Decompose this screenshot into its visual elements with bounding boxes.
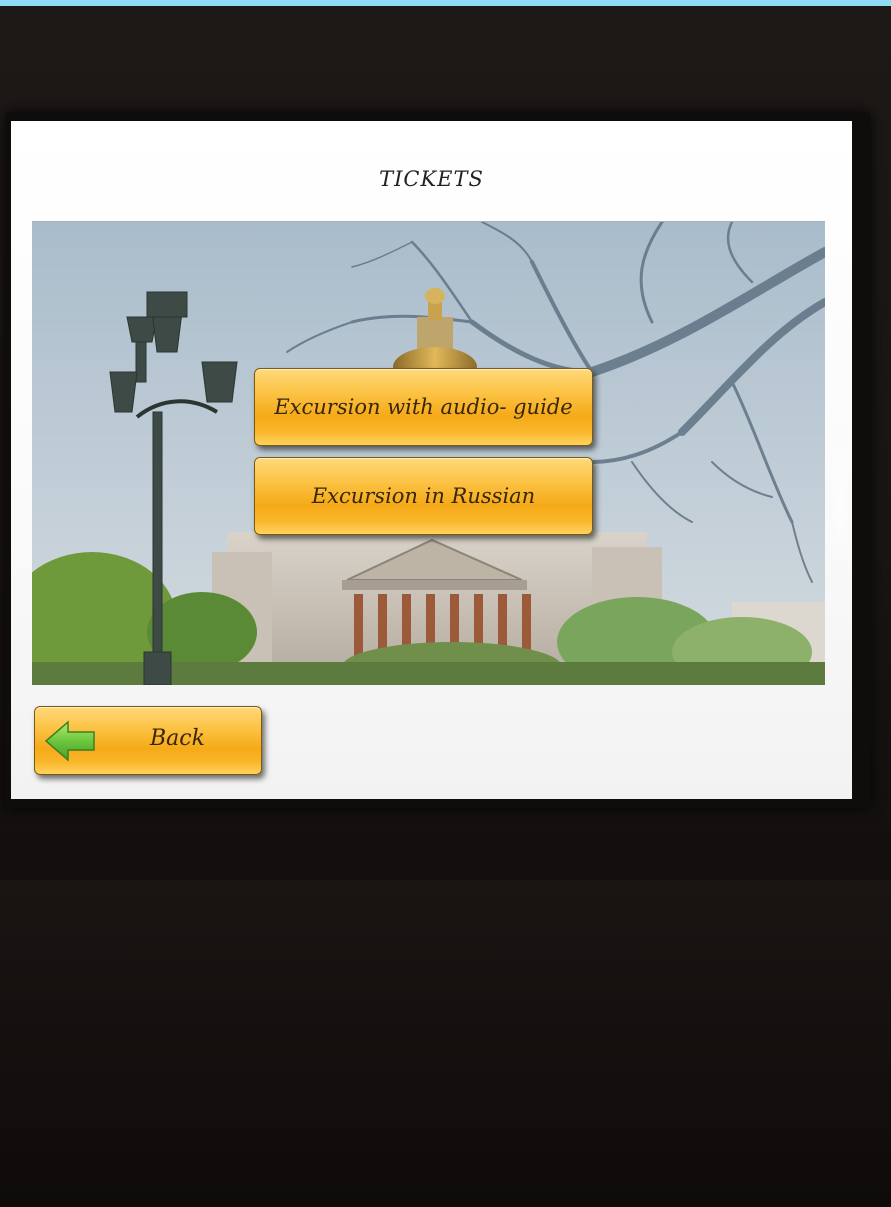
excursion-russian-label: Excursion in Russian — [311, 484, 536, 508]
cathedral-scene-image — [32, 222, 825, 685]
back-button[interactable]: Back — [34, 706, 262, 775]
page-title: TICKETS — [379, 167, 484, 191]
background-photo — [32, 221, 825, 685]
excursion-russian-button[interactable]: Excursion in Russian — [254, 457, 593, 535]
left-arrow-icon — [44, 720, 95, 762]
kiosk-screen: TICKETS Excursion with audio- guide Excu… — [11, 121, 852, 799]
screen-glare — [833, 421, 847, 581]
excursion-audio-guide-button[interactable]: Excursion with audio- guide — [254, 368, 593, 446]
back-label: Back — [150, 726, 205, 751]
kiosk-lower-panel — [0, 880, 891, 1207]
excursion-audio-guide-label: Excursion with audio- guide — [274, 395, 573, 419]
